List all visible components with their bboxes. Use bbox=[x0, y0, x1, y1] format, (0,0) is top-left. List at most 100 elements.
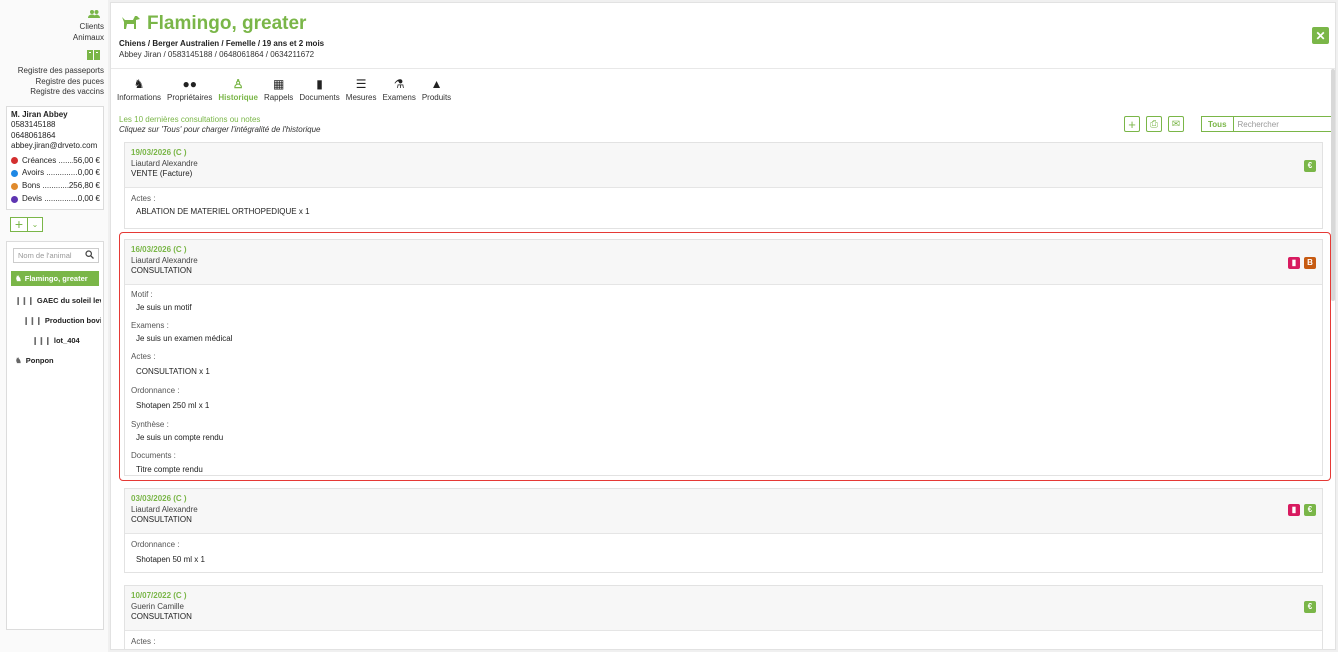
bon-badge[interactable]: B bbox=[1304, 257, 1316, 269]
bottle-icon: ▲ bbox=[430, 77, 443, 91]
nav-clients[interactable]: Clients bbox=[0, 22, 104, 33]
section-value: Je suis un compte rendu bbox=[136, 433, 224, 442]
microscope-icon: ⚗ bbox=[393, 77, 405, 91]
nav-clients-group: Clients Animaux bbox=[0, 0, 108, 43]
file-icon: ▮ bbox=[316, 77, 323, 91]
consultation-card[interactable]: 10/07/2022 (C ) Guerin Camille CONSULTAT… bbox=[124, 585, 1323, 649]
invoice-badge[interactable]: € bbox=[1304, 601, 1316, 613]
calendar-icon: ▦ bbox=[272, 77, 285, 91]
devis-icon bbox=[11, 195, 18, 203]
tree-item-ponpon[interactable]: ♞ Ponpon bbox=[9, 351, 101, 371]
section-value: Je suis un examen médical bbox=[136, 334, 233, 343]
email-button[interactable]: ✉ bbox=[1168, 116, 1184, 132]
close-button[interactable]: ✕ bbox=[1312, 27, 1329, 44]
add-animal-button[interactable]: + bbox=[10, 216, 28, 233]
section-label: Motif : bbox=[131, 290, 153, 299]
section-label: Documents : bbox=[131, 451, 176, 460]
animal-subtitle: Chiens / Berger Australien / Femelle / 1… bbox=[119, 39, 325, 48]
section-label: Actes : bbox=[131, 637, 156, 646]
horse-icon: ♞ bbox=[15, 356, 22, 366]
history-hint-text: Cliquez sur 'Tous' pour charger l'intégr… bbox=[119, 125, 321, 134]
nav-registre-vaccins[interactable]: Registre des vaccins bbox=[0, 87, 104, 98]
client-name: M. Jiran Abbey bbox=[11, 109, 68, 119]
client-email: abbey.jiran@drveto.com bbox=[11, 141, 98, 150]
doctor-icon: ♙ bbox=[232, 77, 244, 91]
balance-avoirs: Avoirs ............... 0,00 € bbox=[11, 167, 100, 180]
nav-registres-group: Registre des passeports Registre des puc… bbox=[0, 43, 108, 98]
consultation-date: 10/07/2022 (C ) bbox=[131, 591, 187, 600]
balance-bons: Bons ............ 256,80 € bbox=[11, 180, 100, 193]
consultation-card[interactable]: 19/03/2026 (C ) Liautard Alexandre VENTE… bbox=[124, 142, 1323, 229]
consultation-badges: ▮ € bbox=[1284, 504, 1316, 516]
consultation-vet: Liautard Alexandre bbox=[131, 158, 198, 168]
avoirs-icon bbox=[11, 170, 18, 178]
consultation-body: Actes : bbox=[125, 631, 1322, 649]
load-all-button[interactable]: Tous bbox=[1201, 116, 1234, 132]
section-value: Shotapen 250 ml x 1 bbox=[136, 401, 210, 410]
add-animal-group: + ⌄ bbox=[10, 216, 108, 233]
print-button[interactable]: ⎙ bbox=[1146, 116, 1162, 132]
consultation-card[interactable]: 03/03/2026 (C ) Liautard Alexandre CONSU… bbox=[124, 488, 1323, 573]
animal-search-input[interactable]: Nom de l'animal bbox=[13, 247, 99, 263]
users-icon bbox=[0, 8, 104, 22]
invoice-badge[interactable]: € bbox=[1304, 160, 1316, 172]
tab-produits[interactable]: ▲ Produits bbox=[422, 77, 451, 102]
euro-icon: € bbox=[1307, 160, 1313, 170]
tab-mesures[interactable]: ☰ Mesures bbox=[346, 77, 377, 102]
consultation-date: 16/03/2026 (C ) bbox=[131, 245, 187, 254]
client-card[interactable]: M. Jiran Abbey 0583145188 0648061864 abb… bbox=[6, 105, 104, 210]
document-icon: ▮ bbox=[1291, 257, 1297, 267]
section-value: ABLATION DE MATERIEL ORTHOPEDIQUE x 1 bbox=[136, 207, 310, 216]
book-icon bbox=[0, 49, 104, 63]
section-label: Synthèse : bbox=[131, 420, 169, 429]
tab-examens[interactable]: ⚗ Examens bbox=[382, 77, 415, 102]
nav-registre-puces[interactable]: Registre des puces bbox=[0, 77, 104, 88]
page-title: Flamingo, greater bbox=[121, 13, 306, 35]
document-badge[interactable]: ▮ bbox=[1288, 504, 1300, 516]
tab-historique[interactable]: ♙ Historique bbox=[218, 77, 258, 102]
add-consultation-button[interactable]: + bbox=[1124, 116, 1140, 132]
tab-bar: ♞ Informations ●● Propriétaires ♙ Historiqu… bbox=[117, 77, 457, 102]
history-search-input[interactable]: Rechercher bbox=[1233, 116, 1333, 132]
invoice-badge[interactable]: € bbox=[1304, 504, 1316, 516]
scrollbar[interactable] bbox=[1331, 69, 1335, 301]
consultation-body: Ordonnance : Shotapen 50 ml x 1 bbox=[125, 534, 1322, 570]
consultation-type: CONSULTATION bbox=[131, 266, 192, 275]
consultation-vet: Guerin Camille bbox=[131, 601, 184, 611]
tree-item-production[interactable]: ❙❙❙Production bovi... bbox=[9, 311, 101, 331]
tab-proprietaires[interactable]: ●● Propriétaires bbox=[167, 77, 212, 102]
consultation-header: 03/03/2026 (C ) Liautard Alexandre CONSU… bbox=[125, 489, 1322, 534]
section-label: Actes : bbox=[131, 194, 156, 203]
dog-icon: ♞ bbox=[15, 273, 22, 283]
consultation-body: Motif : Je suis un motif Examens : Je su… bbox=[125, 285, 1322, 480]
tree-item-flamingo[interactable]: ♞ Flamingo, greater bbox=[11, 270, 99, 286]
tab-rappels[interactable]: ▦ Rappels bbox=[264, 77, 293, 102]
tab-informations[interactable]: ♞ Informations bbox=[117, 77, 161, 102]
client-phone-2: 0648061864 bbox=[11, 130, 56, 140]
consultation-badges: € bbox=[1300, 601, 1316, 613]
herd-icon: ❙❙❙ bbox=[15, 296, 34, 306]
consultation-card[interactable]: 16/03/2026 (C ) Liautard Alexandre CONSU… bbox=[124, 239, 1323, 476]
euro-icon: € bbox=[1307, 601, 1313, 611]
plus-icon: + bbox=[1128, 116, 1136, 132]
nav-registre-passeports[interactable]: Registre des passeports bbox=[0, 66, 104, 77]
history-toolbar: + ⎙ ✉ Tous Rechercher bbox=[1124, 116, 1333, 132]
tree-item-lot404[interactable]: ❙❙❙ lot_404 bbox=[9, 331, 101, 351]
nav-animaux[interactable]: Animaux bbox=[0, 33, 104, 44]
owner-contact: Abbey Jiran / 0583145188 / 0648061864 / … bbox=[119, 50, 315, 59]
consultation-date: 03/03/2026 (C ) bbox=[131, 494, 187, 503]
add-animal-dropdown[interactable]: ⌄ bbox=[28, 216, 43, 232]
consultation-badges: ▮ B bbox=[1284, 257, 1316, 269]
plus-icon: + bbox=[14, 216, 24, 233]
list-icon: ☰ bbox=[355, 77, 367, 91]
section-label: Examens : bbox=[131, 321, 169, 330]
consultation-header: 16/03/2026 (C ) Liautard Alexandre CONSU… bbox=[125, 240, 1322, 285]
creances-icon bbox=[11, 157, 18, 165]
client-phone-1: 0583145188 bbox=[11, 120, 56, 129]
tree-item-gaec[interactable]: ❙❙❙GAEC du soleil leva... bbox=[9, 291, 101, 311]
consultation-body: Actes : ABLATION DE MATERIEL ORTHOPEDIQU… bbox=[125, 188, 1322, 222]
tab-documents[interactable]: ▮ Documents bbox=[299, 77, 339, 102]
document-badge[interactable]: ▮ bbox=[1288, 257, 1300, 269]
section-value: Titre compte rendu bbox=[136, 465, 203, 474]
section-value: CONSULTATION x 1 bbox=[136, 367, 210, 376]
